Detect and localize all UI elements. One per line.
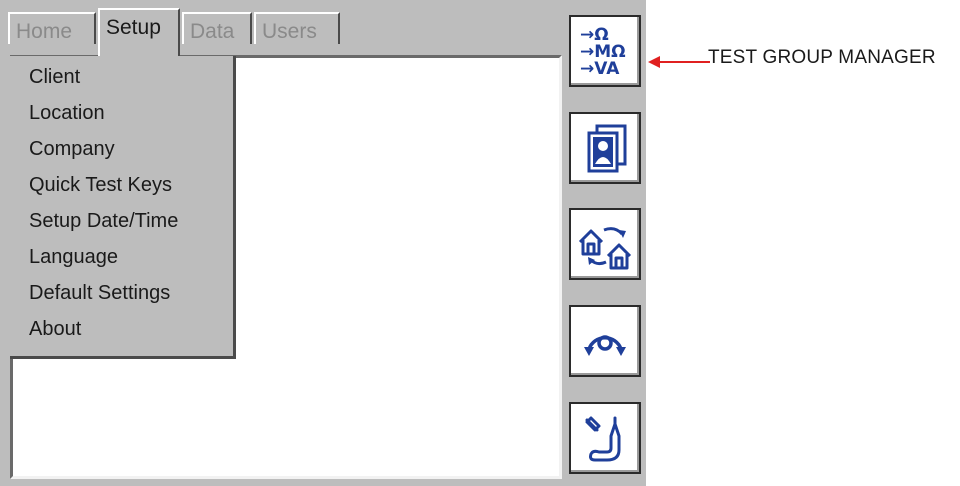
- setup-dropdown-menu: Client Location Company Quick Test Keys …: [10, 56, 236, 359]
- tab-setup[interactable]: Setup: [98, 8, 180, 56]
- client-button[interactable]: [569, 112, 641, 184]
- tab-users[interactable]: Users: [254, 12, 340, 44]
- menu-item-company[interactable]: Company: [10, 132, 233, 168]
- menu-item-setup-date-time[interactable]: Setup Date/Time: [10, 204, 233, 240]
- menu-item-quick-test-keys[interactable]: Quick Test Keys: [10, 168, 233, 204]
- menu-item-default-settings[interactable]: Default Settings: [10, 276, 233, 312]
- tab-data[interactable]: Data: [182, 12, 252, 44]
- menu-item-language[interactable]: Language: [10, 240, 233, 276]
- test-group-manager-button[interactable]: →Ω →MΩ →VA: [569, 15, 641, 87]
- probe-button[interactable]: [569, 402, 641, 474]
- tab-home[interactable]: Home: [8, 12, 96, 44]
- location-transfer-icon: [578, 227, 632, 270]
- callout-arrow: [648, 56, 710, 68]
- rotate-button[interactable]: [569, 305, 641, 377]
- test-group-icon: →Ω →MΩ →VA: [580, 25, 626, 79]
- menu-item-client[interactable]: Client: [10, 60, 233, 96]
- svg-text:→VA: →VA: [580, 59, 620, 79]
- menu-item-location[interactable]: Location: [10, 96, 233, 132]
- client-card-icon: [587, 124, 627, 173]
- menu-item-about[interactable]: About: [10, 312, 233, 348]
- test-group-manager-callout: TEST GROUP MANAGER: [708, 47, 936, 68]
- device-screen: Home Setup Data Users Client Location Co…: [0, 0, 646, 486]
- rotate-icon: [584, 335, 626, 356]
- probe-icon: [585, 416, 621, 462]
- location-button[interactable]: [569, 208, 641, 280]
